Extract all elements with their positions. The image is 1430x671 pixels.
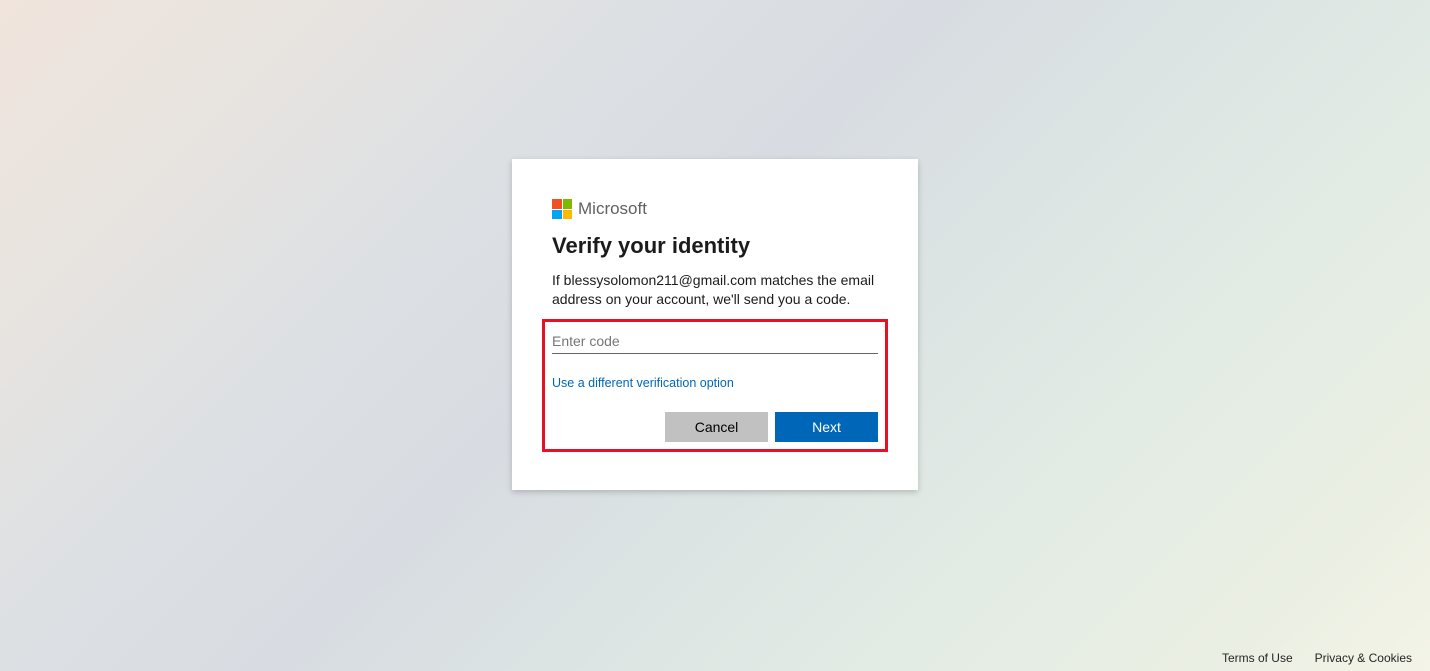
next-button[interactable]: Next <box>775 412 878 442</box>
brand-row: Microsoft <box>552 199 878 219</box>
privacy-link[interactable]: Privacy & Cookies <box>1315 651 1412 665</box>
dialog-description: If blessysolomon211@gmail.com matches th… <box>552 271 878 309</box>
footer-links: Terms of Use Privacy & Cookies <box>1222 651 1412 665</box>
highlight-region: Use a different verification option Canc… <box>542 319 888 452</box>
brand-name: Microsoft <box>578 199 647 219</box>
terms-link[interactable]: Terms of Use <box>1222 651 1293 665</box>
sign-in-card: Microsoft Verify your identity If blessy… <box>512 159 918 490</box>
dialog-title: Verify your identity <box>552 233 878 259</box>
button-row: Cancel Next <box>552 412 878 442</box>
alt-verification-link[interactable]: Use a different verification option <box>552 376 878 390</box>
code-input[interactable] <box>552 329 878 354</box>
microsoft-logo-icon <box>552 199 572 219</box>
cancel-button[interactable]: Cancel <box>665 412 768 442</box>
